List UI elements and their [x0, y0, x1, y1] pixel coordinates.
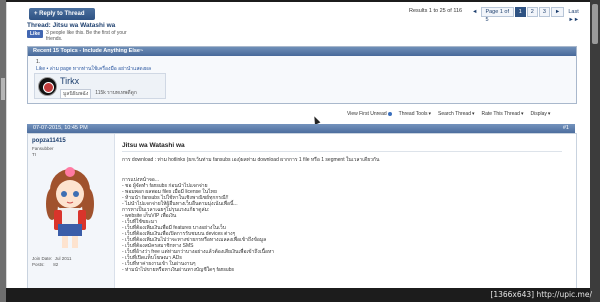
- facebook-like-button[interactable]: Like: [27, 30, 44, 38]
- results-count: Results 1 to 25 of 116: [409, 8, 463, 14]
- post-line: - ห่ามนำไปขายหรือหาเงินผ่านทางบัญชีใดๆ f…: [122, 267, 234, 273]
- recent-topic-user: มูลนิธิมพฉัง: [60, 89, 92, 99]
- post-content: Jitsu wa Watashi wa การ download : ท่าม …: [122, 134, 572, 288]
- thread-tools-menu[interactable]: Thread Tools ▾: [399, 111, 431, 117]
- post-header: 07-07-2015, 10:45 PM #1: [27, 124, 575, 133]
- screenshot-frame: + Reply to Thread Thread: Jitsu wa Watas…: [0, 0, 600, 302]
- recent-item-link[interactable]: Like • ล่าม page หากท่านใช้เครื่องมือ อย…: [36, 65, 151, 73]
- recent-topic-title[interactable]: Tirkx: [60, 76, 79, 86]
- user-rank: TI: [32, 152, 36, 157]
- user-info-column: popza11415 Fansubber TI Join Date: Jul 2…: [28, 134, 115, 288]
- post-divider: [122, 151, 562, 152]
- pagination: ◄ Page 1 of 5 1 2 3 ► Last ►►: [469, 7, 591, 23]
- forum-page: + Reply to Thread Thread: Jitsu wa Watas…: [6, 2, 592, 288]
- post-number-link[interactable]: #1: [563, 124, 569, 133]
- last-page-link[interactable]: Last ►►: [565, 8, 591, 23]
- search-thread-menu[interactable]: Search Thread ▾: [438, 111, 475, 117]
- user-avatar: [46, 167, 94, 248]
- post-title: Jitsu wa Watashi wa: [122, 142, 185, 149]
- recent-topics-header: Recent 15 Topics - Include Anything Else…: [28, 47, 576, 56]
- display-menu[interactable]: Display ▾: [530, 111, 550, 117]
- thread-toolbar: View First Unread Thread Tools ▾ Search T…: [347, 111, 550, 117]
- recent-topic-meta: มูลนิธิมพฉัง 115k ราบทเหพดีดูก: [60, 89, 137, 99]
- arrow-circle-icon: [387, 112, 392, 116]
- user-title: Fansubber: [32, 146, 54, 151]
- post-username[interactable]: popza11415: [32, 138, 66, 144]
- reply-to-thread-button[interactable]: + Reply to Thread: [29, 8, 95, 20]
- view-first-unread-link[interactable]: View First Unread: [347, 111, 392, 117]
- recent-topics-panel: Recent 15 Topics - Include Anything Else…: [27, 46, 577, 104]
- right-window-edge: [590, 0, 600, 302]
- posts-count: Posts: 82: [32, 262, 59, 267]
- join-date: Join Date: Jul 2011: [32, 256, 72, 261]
- side-tab[interactable]: [1, 78, 5, 100]
- rate-thread-menu[interactable]: Rate This Thread ▾: [482, 111, 524, 117]
- recent-topic-views: 115k ราบทเหพดีดูก: [95, 90, 137, 96]
- upic-watermark: [1366x643] http://upic.me/: [490, 290, 592, 299]
- post-date: 07-07-2015, 10:45 PM: [33, 125, 88, 131]
- thread-title: Thread: Jitsu wa Watashi wa: [27, 22, 116, 29]
- post-body: popza11415 Fansubber TI Join Date: Jul 2…: [27, 133, 577, 288]
- topic-avatar: [38, 77, 57, 96]
- scrollbar-thumb[interactable]: [592, 4, 598, 44]
- page-of-label[interactable]: Page 1 of 5: [481, 7, 514, 23]
- post-line: การ download : ท่าม hotlinks (ยกเว้นท่าม…: [122, 157, 380, 163]
- recent-topic-card[interactable]: Tirkx มูลนิธิมพฉัง 115k ราบทเหพดีดูก: [34, 73, 166, 99]
- page-3-link[interactable]: 3: [538, 7, 550, 17]
- prev-page-icon[interactable]: ◄: [469, 8, 480, 16]
- page-2-link[interactable]: 2: [526, 7, 538, 17]
- page-1-link[interactable]: 1: [514, 7, 526, 17]
- facebook-like-row: Like 3 people like this. Be the first of…: [27, 30, 136, 42]
- next-page-icon[interactable]: ►: [550, 7, 565, 17]
- like-text: 3 people like this. Be the first of your…: [46, 30, 127, 42]
